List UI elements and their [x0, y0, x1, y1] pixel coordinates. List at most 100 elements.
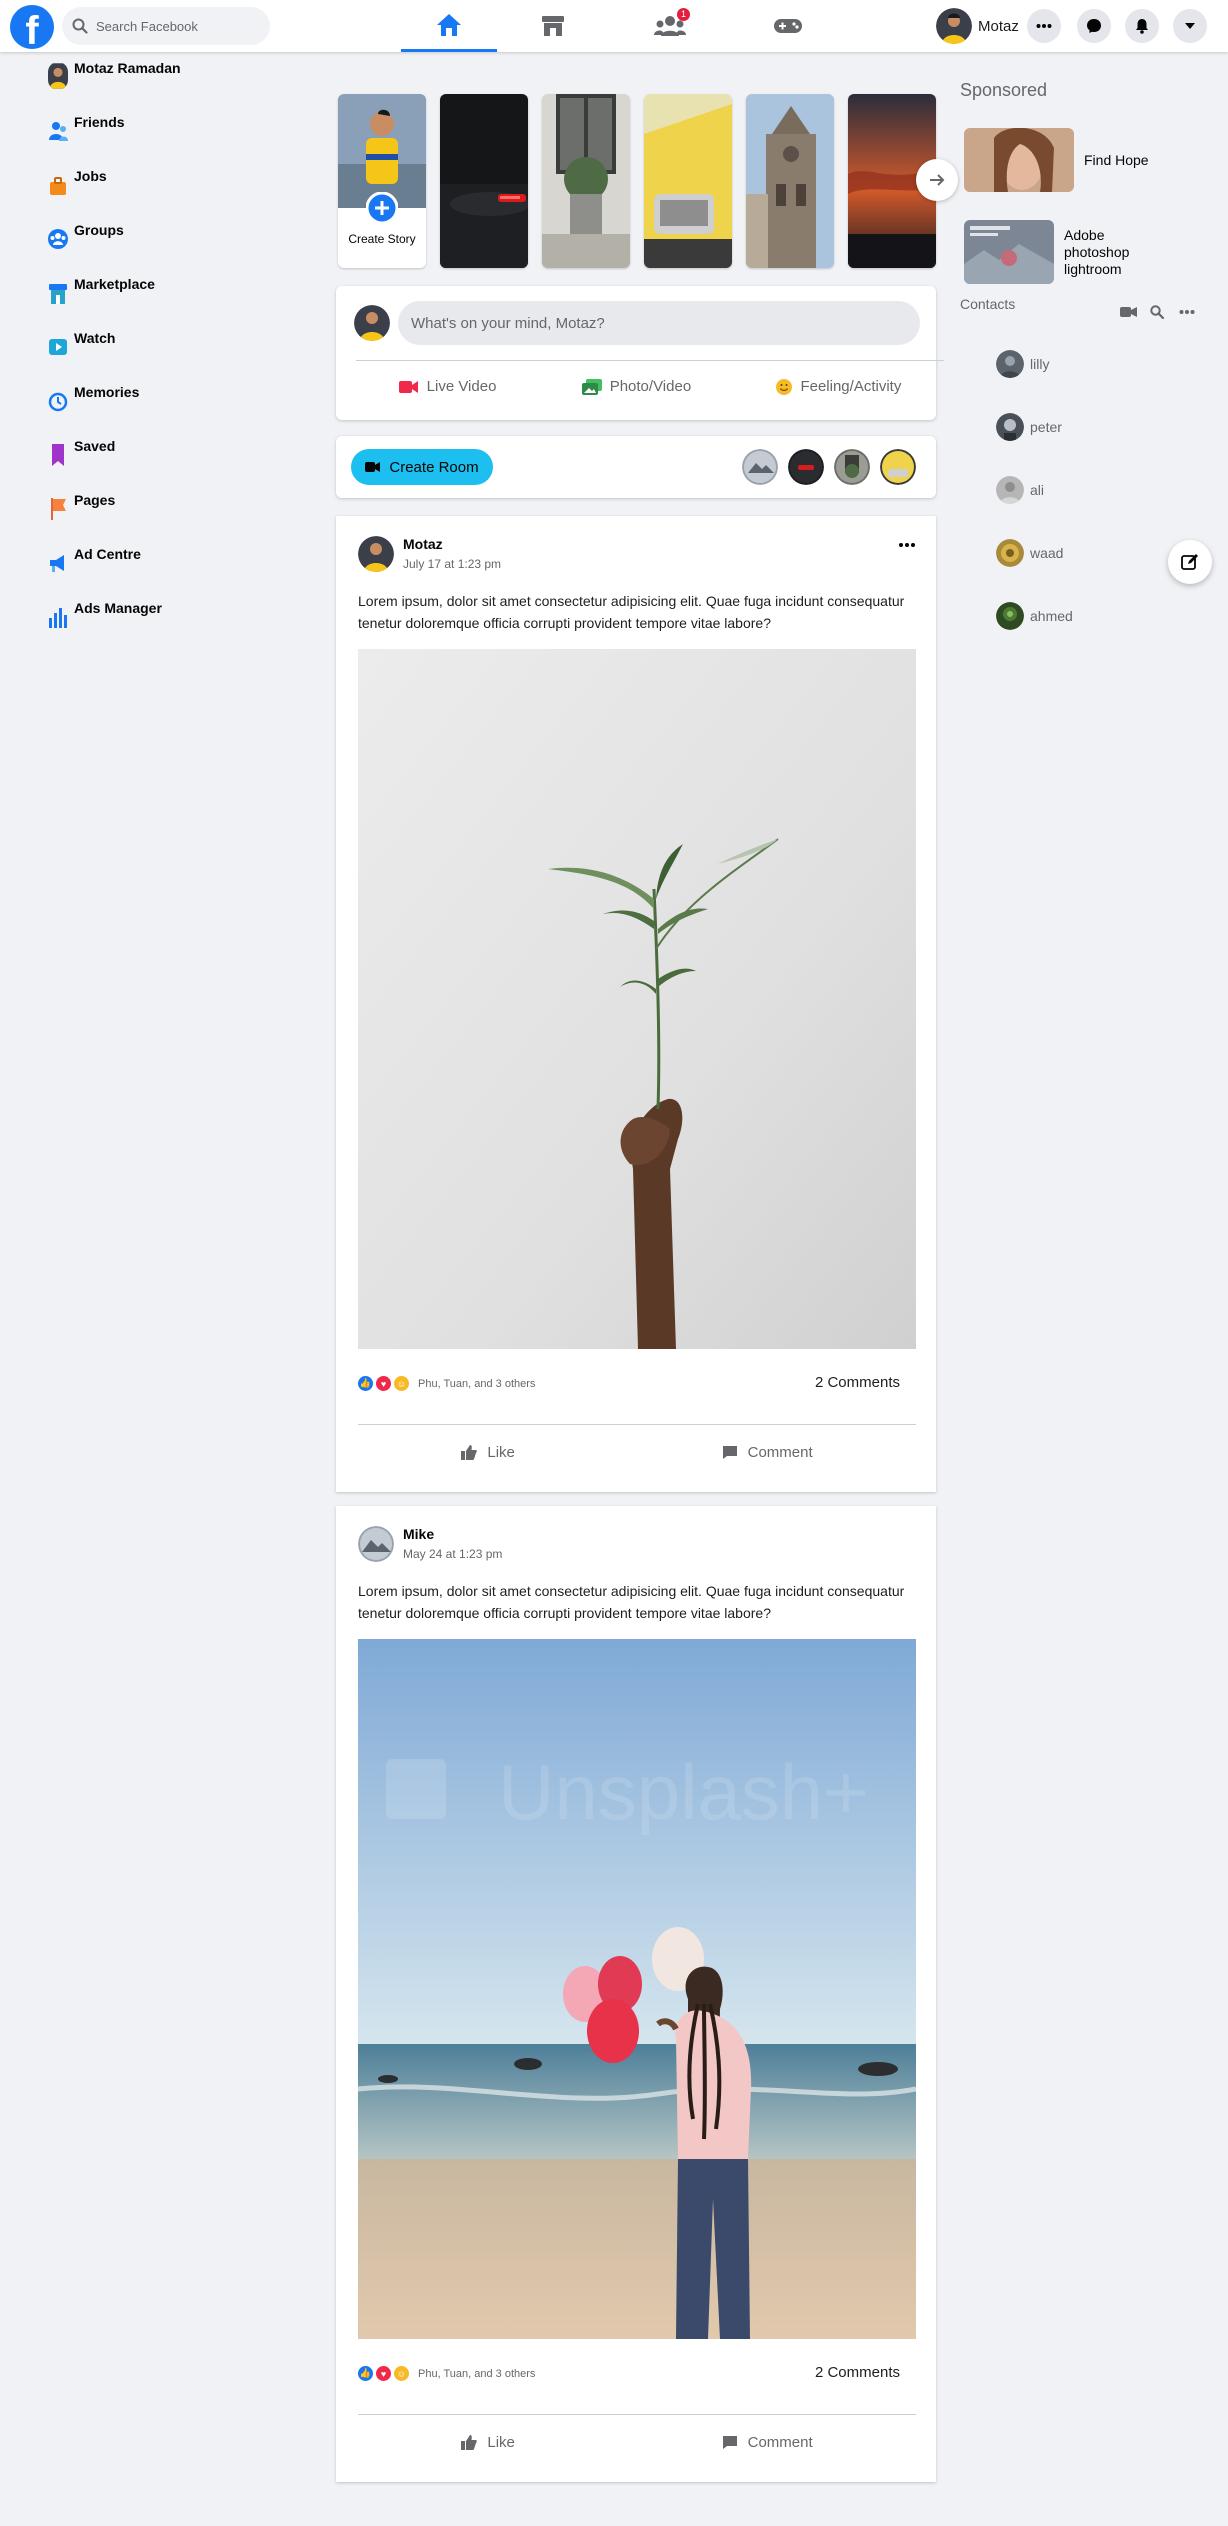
plus-icon[interactable] [366, 192, 398, 224]
watch-play-icon [49, 339, 67, 355]
reactions-summary[interactable]: 👍 ♥ ☺ Phu, Tuan, and 3 others [358, 2366, 535, 2381]
like-button[interactable]: Like [461, 2434, 515, 2451]
reactions-text: Phu, Tuan, and 3 others [418, 1377, 536, 1390]
story-image-yellow-car [644, 94, 732, 268]
avatar[interactable] [788, 449, 824, 485]
post-author[interactable]: Mike [403, 1526, 502, 1542]
create-room-button[interactable]: Create Room [351, 449, 493, 485]
stories-next-button[interactable] [916, 159, 958, 201]
nav-tab-home[interactable] [401, 0, 497, 52]
post-card: Motaz July 17 at 1:23 pm Lorem ipsum, do… [336, 516, 936, 1492]
post-author[interactable]: Motaz [403, 536, 501, 552]
comment-icon [722, 1446, 737, 1459]
post-composer: What's on your mind, Motaz? Live Video P… [336, 286, 944, 420]
sponsored-ad[interactable]: Adobe photoshop lightroom [964, 220, 1134, 284]
avatar [996, 602, 1024, 630]
sidebar-item-jobs[interactable]: Jobs [48, 166, 288, 220]
comments-count[interactable]: 2 Comments [815, 2364, 900, 2381]
sidebar-item-watch[interactable]: Watch [48, 328, 288, 382]
post-text: Lorem ipsum, dolor sit amet consectetur … [358, 1583, 905, 1621]
sidebar-item-ad-centre[interactable]: Ad Centre [48, 544, 288, 598]
more-menu-button[interactable] [1027, 9, 1061, 43]
messenger-button[interactable] [1077, 9, 1111, 43]
more-dots-icon[interactable] [898, 542, 916, 548]
friends-icon [49, 122, 68, 141]
contact-item[interactable]: ali [996, 476, 1044, 504]
feeling-activity-button[interactable]: Feeling/Activity [776, 378, 901, 395]
avatar [996, 476, 1024, 504]
search-box[interactable] [62, 7, 270, 45]
post-timestamp[interactable]: May 24 at 1:23 pm [403, 1547, 502, 1561]
sidebar-item-friends[interactable]: Friends [48, 112, 288, 166]
contact-item[interactable]: ahmed [996, 602, 1073, 630]
photo-video-button[interactable]: Photo/Video [581, 378, 691, 395]
live-video-button[interactable]: Live Video [398, 378, 496, 395]
post-image[interactable]: Unsplash+ [358, 1639, 916, 2339]
sponsored-ad[interactable]: Find Hope [964, 128, 1149, 192]
search-input[interactable] [96, 18, 246, 34]
avatar [996, 350, 1024, 378]
avatar[interactable] [834, 449, 870, 485]
left-sidebar: Motaz Ramadan Friends Jobs Groups Market… [48, 58, 288, 652]
like-label: Like [487, 1444, 515, 1461]
sidebar-item-profile[interactable]: Motaz Ramadan [48, 58, 288, 112]
sidebar-item-label: Pages [74, 492, 116, 508]
composer-input[interactable]: What's on your mind, Motaz? [398, 301, 920, 345]
story-card[interactable] [542, 94, 630, 268]
sidebar-item-memories[interactable]: Memories [48, 382, 288, 436]
haha-reaction-icon: ☺ [394, 1376, 409, 1391]
nav-tab-gaming[interactable] [740, 0, 836, 52]
post-actions: Like Comment [358, 1424, 916, 1461]
profile-chip[interactable]: Motaz [936, 8, 1019, 44]
contact-item[interactable]: peter [996, 413, 1062, 441]
more-dots-icon[interactable] [1179, 309, 1195, 315]
search-icon[interactable] [1150, 305, 1164, 319]
top-navigation-bar: f 1 Motaz [0, 0, 1228, 52]
sidebar-item-pages[interactable]: Pages [48, 490, 288, 544]
avatar[interactable] [358, 536, 394, 572]
photo-video-icon [581, 378, 602, 395]
like-reaction-icon: 👍 [358, 2366, 373, 2381]
like-button[interactable]: Like [461, 1444, 515, 1461]
rooms-bar: Create Room [336, 436, 936, 498]
story-card[interactable] [746, 94, 834, 268]
sidebar-item-label: Motaz Ramadan [74, 60, 181, 76]
comments-count[interactable]: 2 Comments [815, 1374, 900, 1391]
create-room-label: Create Room [389, 458, 479, 476]
sidebar-item-label: Watch [74, 330, 116, 346]
sidebar-item-label: Memories [74, 384, 140, 400]
contact-name: peter [1030, 419, 1062, 435]
nav-tab-marketplace[interactable] [505, 0, 601, 52]
video-camera-icon[interactable] [1120, 306, 1138, 318]
sidebar-item-marketplace[interactable]: Marketplace [48, 274, 288, 328]
story-card[interactable] [644, 94, 732, 268]
contact-item[interactable]: waad [996, 539, 1063, 567]
comment-button[interactable]: Comment [722, 1444, 813, 1461]
messenger-icon [1087, 19, 1101, 33]
sidebar-item-ads-manager[interactable]: Ads Manager [48, 598, 288, 652]
contact-name: ahmed [1030, 608, 1073, 624]
post-photo-beach-balloons: Unsplash+ [358, 1639, 916, 2339]
post-timestamp[interactable]: July 17 at 1:23 pm [403, 557, 501, 571]
story-card[interactable] [440, 94, 528, 268]
contact-item[interactable]: lilly [996, 350, 1049, 378]
sidebar-item-saved[interactable]: Saved [48, 436, 288, 490]
jobs-briefcase-icon [50, 177, 66, 195]
avatar[interactable] [742, 449, 778, 485]
avatar[interactable] [880, 449, 916, 485]
facebook-logo[interactable]: f [10, 5, 54, 49]
post-image[interactable] [358, 649, 916, 1349]
create-story-card[interactable]: Create Story [338, 94, 426, 268]
comment-button[interactable]: Comment [722, 2434, 813, 2451]
composer-actions: Live Video Photo/Video Feeling/Activity [356, 360, 944, 395]
new-message-button[interactable] [1168, 540, 1212, 584]
notifications-button[interactable] [1125, 9, 1159, 43]
sidebar-item-groups[interactable]: Groups [48, 220, 288, 274]
sidebar-item-label: Jobs [74, 168, 107, 184]
avatar[interactable] [358, 1526, 394, 1562]
feeling-emoji-icon [776, 378, 793, 395]
nav-tab-groups[interactable]: 1 [622, 0, 718, 52]
reactions-summary[interactable]: 👍 ♥ ☺ Phu, Tuan, and 3 others [358, 1376, 535, 1391]
sidebar-item-label: Ads Manager [74, 600, 162, 616]
account-menu-button[interactable] [1173, 9, 1207, 43]
